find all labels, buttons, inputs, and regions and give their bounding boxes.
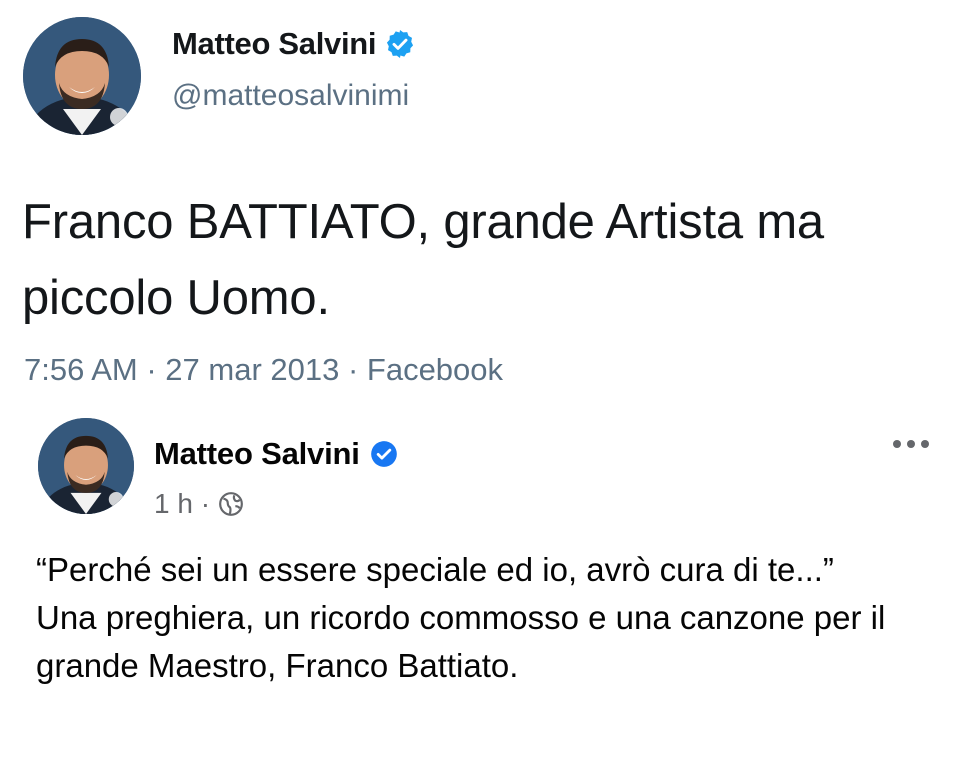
post-paragraph-1: “Perché sei un essere speciale ed io, av… <box>36 551 834 588</box>
dot <box>921 440 929 448</box>
dot <box>893 440 901 448</box>
post-time[interactable]: 1 h · <box>154 488 210 520</box>
verified-badge-icon <box>370 441 397 467</box>
post-paragraph-2: Una preghiera, un ricordo commosso e una… <box>36 599 886 684</box>
dot <box>907 440 915 448</box>
globe-icon[interactable] <box>218 491 244 517</box>
tweet-text-line-2: piccolo Uomo. <box>22 271 330 325</box>
post-text: “Perché sei un essere speciale ed io, av… <box>36 546 936 690</box>
avatar-photo <box>23 17 141 135</box>
author-name-row[interactable]: Matteo Salvini <box>154 436 398 472</box>
tweet-card: Matteo Salvini @matteosalvinimi Franco B… <box>0 0 960 400</box>
verified-badge-icon <box>387 30 414 58</box>
author-name[interactable]: Matteo Salvini <box>172 26 377 62</box>
avatar-photo <box>38 418 134 514</box>
avatar[interactable] <box>23 17 141 135</box>
tweet-timestamp[interactable]: 7:56 AM · 27 mar 2013 · Facebook <box>24 352 503 388</box>
post-meta: 1 h · <box>154 488 244 520</box>
tweet-text-line-1: Franco BATTIATO, grande Artista ma <box>22 195 824 249</box>
facebook-post: Matteo Salvini 1 h · “Perché sei un esse… <box>0 400 960 770</box>
author-handle[interactable]: @matteosalvinimi <box>172 79 409 113</box>
avatar[interactable] <box>38 418 134 514</box>
author-name[interactable]: Matteo Salvini <box>154 436 360 472</box>
more-options-icon[interactable] <box>886 434 936 454</box>
tweet-text: Franco BATTIATO, grande Artista ma picco… <box>22 184 952 336</box>
author-name-row[interactable]: Matteo Salvini <box>172 26 416 62</box>
